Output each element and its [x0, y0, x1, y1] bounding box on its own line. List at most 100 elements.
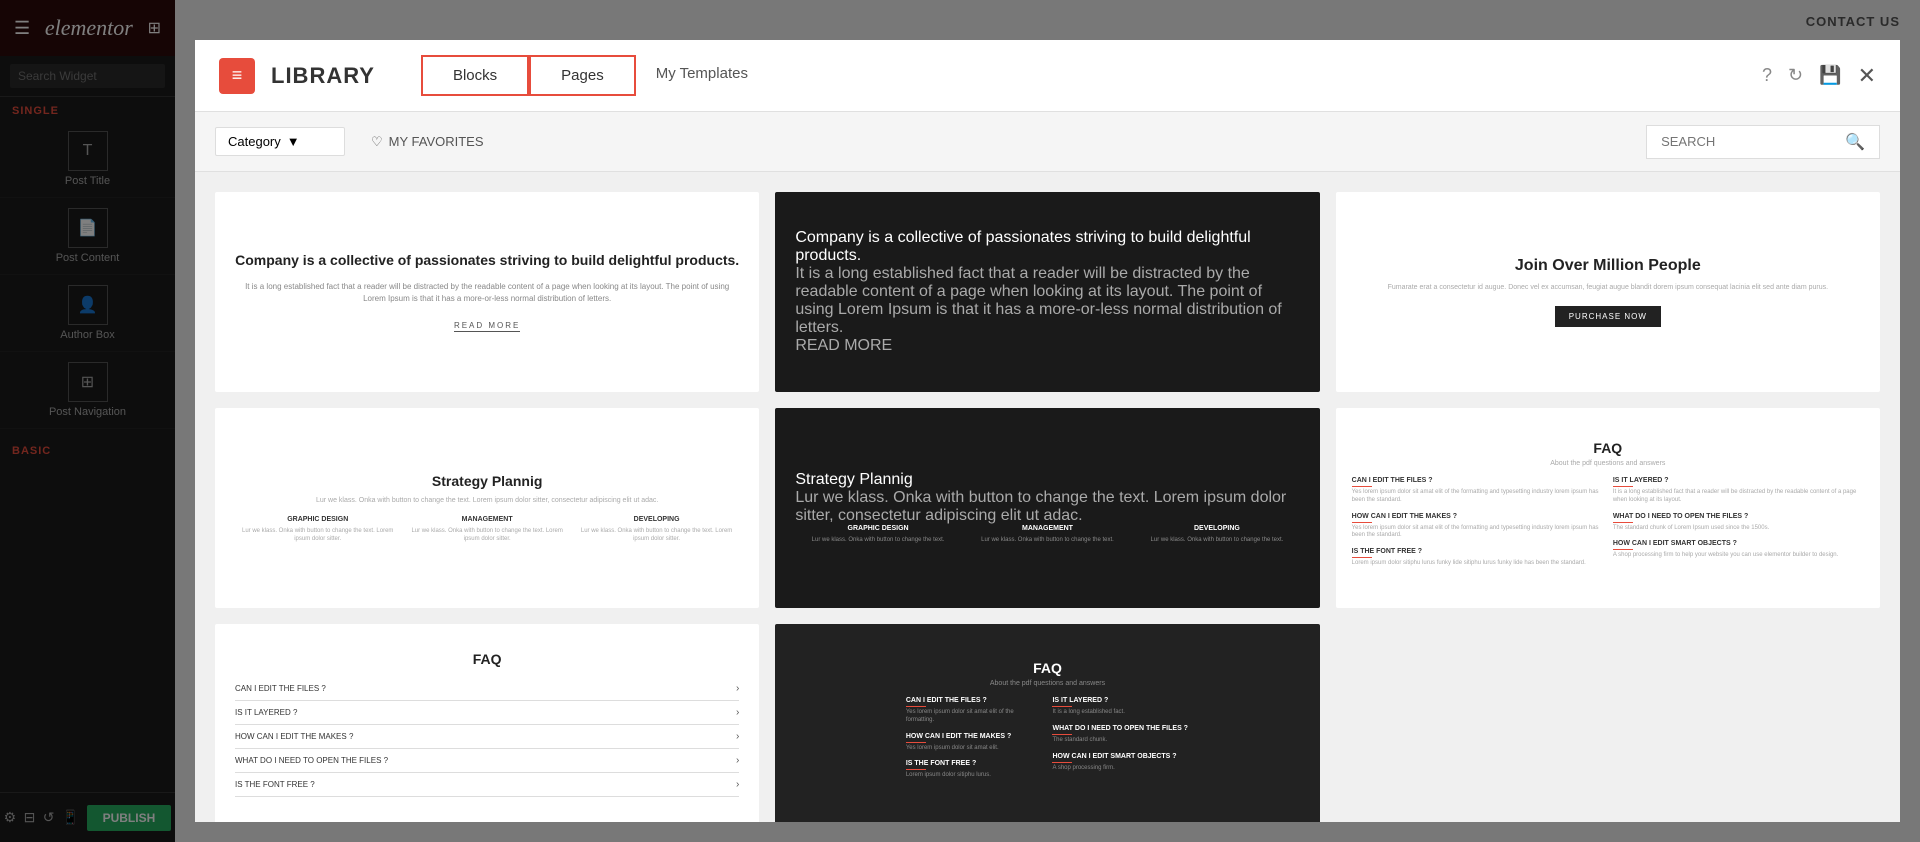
faq-q: WHAT DO I NEED TO OPEN THE FILES ? [1613, 513, 1864, 520]
faq-acc-q-5: IS THE FONT FREE ? [235, 780, 315, 789]
strategy-dark-col-3-text: Lur we klass. Onka with button to change… [1134, 536, 1299, 544]
template-card-strategy-white[interactable]: Strategy Plannig Lur we klass. Onka with… [215, 408, 759, 608]
strategy-dark-col-1-text: Lur we klass. Onka with button to change… [795, 536, 960, 544]
chevron-icon-2: › [736, 707, 739, 718]
faq-dark-line [906, 706, 926, 707]
faq-dark-title: FAQ [906, 660, 1189, 676]
faq-dark-q: HOW CAN I EDIT SMART OBJECTS ? [1052, 753, 1189, 760]
search-input[interactable] [1661, 134, 1837, 149]
company-dark-heading: Company is a collective of passionates s… [795, 229, 1299, 265]
faq-white2-cols: CAN I EDIT THE FILES ? Yes lorem ipsum d… [1352, 477, 1864, 576]
faq-item: IS IT LAYERED ? It is a long established… [1613, 477, 1864, 505]
faq-acc-item-4[interactable]: WHAT DO I NEED TO OPEN THE FILES ? › [235, 749, 739, 773]
faq-dark-a: A shop processing firm. [1052, 765, 1189, 773]
faq-dark-item: CAN I EDIT THE FILES ? Yes lorem ipsum d… [906, 697, 1043, 725]
faq-white2-left-col: CAN I EDIT THE FILES ? Yes lorem ipsum d… [1352, 477, 1603, 576]
faq-dark-a: Lorem ipsum dolor sitiphu lurus. [906, 772, 1043, 780]
strategy-dark-col-2-title: MANAGEMENT [965, 525, 1130, 532]
modal-title: LIBRARY [271, 63, 375, 89]
chevron-icon-1: › [736, 683, 739, 694]
faq-line [1352, 486, 1372, 487]
faq-dark-q: IS IT LAYERED ? [1052, 697, 1189, 704]
category-dropdown[interactable]: Category ▼ [215, 127, 345, 156]
strategy-white-body: Lur we klass. Onka with button to change… [235, 497, 739, 504]
faq-acc-q-1: CAN I EDIT THE FILES ? [235, 684, 326, 693]
faq-line [1352, 522, 1372, 523]
strategy-col-1-text: Lur we klass. Onka with button to change… [235, 527, 400, 544]
save-button[interactable]: 💾 [1819, 65, 1841, 86]
join-body: Fumarate erat a consectetur id augue. Do… [1356, 283, 1860, 294]
faq-line [1352, 557, 1372, 558]
strategy-dark-title: Strategy Plannig [795, 471, 1299, 489]
close-button[interactable]: ✕ [1858, 63, 1876, 89]
library-modal: ≡ LIBRARY Blocks Pages My Templates ? ↻ … [195, 40, 1900, 822]
chevron-icon-5: › [736, 779, 739, 790]
faq-dark-a: It is a long established fact. [1052, 709, 1189, 717]
favorites-button[interactable]: ♡ MY FAVORITES [361, 128, 494, 156]
faq-dark-q: CAN I EDIT THE FILES ? [906, 697, 1043, 704]
favorites-label: MY FAVORITES [389, 134, 484, 149]
company-white-heading: Company is a collective of passionates s… [235, 251, 739, 271]
template-card-faq-accordion[interactable]: FAQ CAN I EDIT THE FILES ? › IS IT LAYER… [215, 624, 759, 822]
faq-accordion-title: FAQ [235, 651, 739, 667]
strategy-col-3-title: DEVELOPING [574, 516, 739, 523]
faq-item: IS THE FONT FREE ? Lorem ipsum dolor sit… [1352, 548, 1603, 568]
faq-dark-line [906, 742, 926, 743]
library-icon: ≡ [232, 65, 243, 86]
strategy-white-cols: GRAPHIC DESIGN Lur we klass. Onka with b… [235, 516, 739, 544]
tab-pages[interactable]: Pages [529, 55, 636, 96]
faq-a: It is a long established fact that a rea… [1613, 489, 1864, 505]
faq-dark-subtitle: About the pdf questions and answers [906, 680, 1189, 687]
join-title: Join Over Million People [1356, 257, 1860, 275]
chevron-down-icon: ▼ [287, 134, 300, 149]
strategy-col-2-text: Lur we klass. Onka with button to change… [404, 527, 569, 544]
faq-acc-item-2[interactable]: IS IT LAYERED ? › [235, 701, 739, 725]
company-white-cta: READ MORE [454, 321, 520, 332]
strategy-dark-body: Lur we klass. Onka with button to change… [795, 489, 1299, 525]
faq-acc-item-1[interactable]: CAN I EDIT THE FILES ? › [235, 677, 739, 701]
faq-a: Yes lorem ipsum dolor sit amat elit of t… [1352, 525, 1603, 541]
template-card-company-dark[interactable]: Company is a collective of passionates s… [775, 192, 1319, 392]
faq-dark-a: Yes lorem ipsum dolor sit amat elit. [906, 745, 1043, 753]
strategy-col-1-title: GRAPHIC DESIGN [235, 516, 400, 523]
company-white-body: It is a long established fact that a rea… [235, 281, 739, 305]
template-card-faq-white2[interactable]: FAQ About the pdf questions and answers … [1336, 408, 1880, 608]
faq-acc-q-4: WHAT DO I NEED TO OPEN THE FILES ? [235, 756, 388, 765]
faq-item: WHAT DO I NEED TO OPEN THE FILES ? The s… [1613, 513, 1864, 533]
faq-acc-item-3[interactable]: HOW CAN I EDIT THE MAKES ? › [235, 725, 739, 749]
faq-dark-q: WHAT DO I NEED TO OPEN THE FILES ? [1052, 725, 1189, 732]
faq-acc-q-3: HOW CAN I EDIT THE MAKES ? [235, 732, 353, 741]
chevron-icon-4: › [736, 755, 739, 766]
tab-my-templates[interactable]: My Templates [636, 55, 768, 96]
faq-item: HOW CAN I EDIT THE MAKES ? Yes lorem ips… [1352, 513, 1603, 541]
category-label: Category [228, 134, 281, 149]
faq-white2-right-col: IS IT LAYERED ? It is a long established… [1613, 477, 1864, 576]
strategy-col-1: GRAPHIC DESIGN Lur we klass. Onka with b… [235, 516, 400, 544]
template-card-faq-dark[interactable]: FAQ About the pdf questions and answers … [775, 624, 1319, 822]
strategy-dark-col-2-text: Lur we klass. Onka with button to change… [965, 536, 1130, 544]
faq-acc-item-5[interactable]: IS THE FONT FREE ? › [235, 773, 739, 797]
refresh-button[interactable]: ↻ [1788, 65, 1803, 86]
search-box: 🔍 [1646, 125, 1880, 159]
modal-toolbar: Category ▼ ♡ MY FAVORITES 🔍 [195, 112, 1900, 172]
faq-dark-line [1052, 706, 1072, 707]
faq-dark-right-col: IS IT LAYERED ? It is a long established… [1052, 697, 1189, 788]
template-card-company-white[interactable]: Company is a collective of passionates s… [215, 192, 759, 392]
faq-q: HOW CAN I EDIT SMART OBJECTS ? [1613, 540, 1864, 547]
faq-dark-q: IS THE FONT FREE ? [906, 760, 1043, 767]
purchase-button[interactable]: PURCHASE NOW [1555, 306, 1661, 327]
faq-q: HOW CAN I EDIT THE MAKES ? [1352, 513, 1603, 520]
strategy-dark-col-1: GRAPHIC DESIGN Lur we klass. Onka with b… [795, 525, 960, 544]
faq-line [1613, 549, 1633, 550]
faq-dark-a: The standard chunk. [1052, 737, 1189, 745]
strategy-col-3-text: Lur we klass. Onka with button to change… [574, 527, 739, 544]
faq-dark-item: IS IT LAYERED ? It is a long established… [1052, 697, 1189, 717]
template-card-join-million[interactable]: Join Over Million People Fumarate erat a… [1336, 192, 1880, 392]
strategy-dark-col-3: DEVELOPING Lur we klass. Onka with butto… [1134, 525, 1299, 544]
faq-a: The standard chunk of Lorem Ipsum used s… [1613, 525, 1864, 533]
help-button[interactable]: ? [1762, 65, 1772, 86]
company-dark-cta: READ MORE [795, 337, 892, 354]
faq-dark-item: HOW CAN I EDIT THE MAKES ? Yes lorem ips… [906, 733, 1043, 753]
tab-blocks[interactable]: Blocks [421, 55, 529, 96]
template-card-strategy-dark[interactable]: Strategy Plannig Lur we klass. Onka with… [775, 408, 1319, 608]
